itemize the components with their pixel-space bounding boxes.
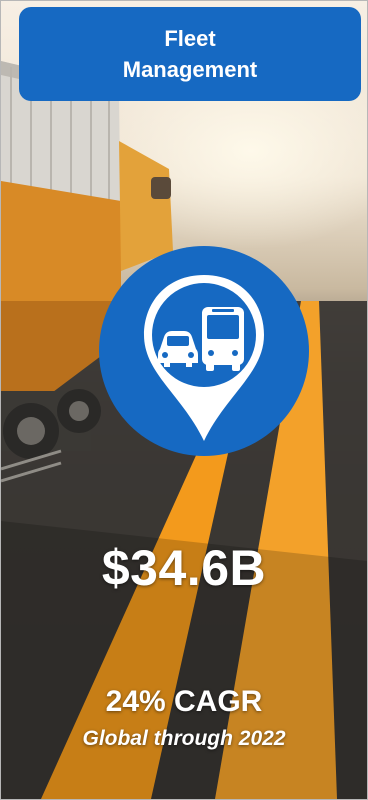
market-size-value: $34.6B: [101, 540, 267, 596]
car-and-bus-location-pin-icon: [99, 246, 309, 456]
fleet-management-card: Fleet Management $34.6B 24% CAGR Global …: [0, 0, 368, 800]
growth-scope-text: Global through 2022: [82, 727, 286, 750]
header-banner: Fleet Management: [19, 7, 361, 101]
header-title: Fleet Management: [122, 26, 258, 82]
cagr-value: 24% CAGR: [105, 685, 263, 718]
